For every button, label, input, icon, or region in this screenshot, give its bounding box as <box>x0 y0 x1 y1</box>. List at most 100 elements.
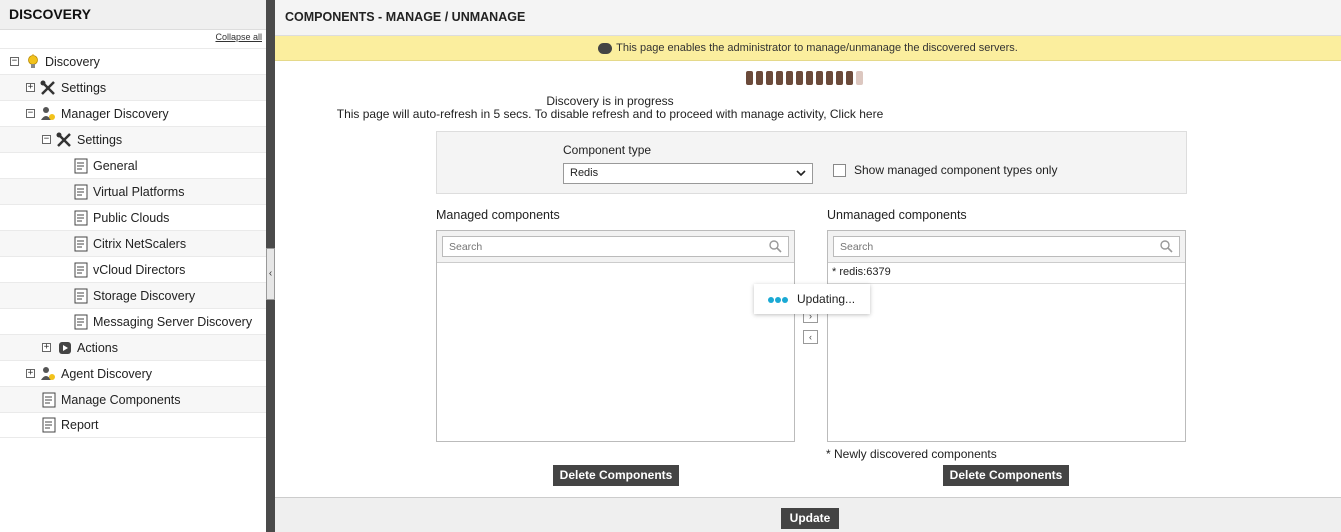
progress-segment <box>856 71 863 85</box>
page-icon <box>73 288 89 304</box>
sidebar: DISCOVERY Collapse all − Discovery + Set… <box>0 0 266 532</box>
tree-item-label: Citrix NetScalers <box>93 236 187 251</box>
tree-item-messaging-server-discovery[interactable]: Messaging Server Discovery <box>0 308 266 334</box>
progress-segment <box>756 71 763 85</box>
tools-icon <box>56 132 72 148</box>
expand-toggle[interactable]: + <box>42 343 51 352</box>
unmanaged-search <box>828 231 1185 263</box>
newly-discovered-note: * Newly discovered components <box>826 447 997 461</box>
progress-segment <box>816 71 823 85</box>
page-icon <box>41 417 57 433</box>
progress-segment <box>826 71 833 85</box>
progress-segment <box>836 71 843 85</box>
discovery-progress-bar <box>746 71 863 85</box>
main-panel: COMPONENTS - MANAGE / UNMANAGE This page… <box>275 0 1341 532</box>
expand-toggle[interactable]: + <box>26 369 35 378</box>
managed-search-input[interactable] <box>442 236 789 257</box>
move-left-button[interactable]: ‹ <box>803 330 818 344</box>
collapse-toggle[interactable]: − <box>10 57 19 66</box>
tree-item-settings[interactable]: + Settings <box>0 74 266 100</box>
speech-bubble-icon <box>598 42 613 54</box>
progress-segment <box>786 71 793 85</box>
chevron-down-icon <box>796 166 806 183</box>
progress-segment <box>766 71 773 85</box>
updating-text: Updating... <box>797 292 856 306</box>
tree-item-virtual-platforms[interactable]: Virtual Platforms <box>0 178 266 204</box>
delete-unmanaged-button[interactable]: Delete Components <box>943 465 1069 486</box>
tree-item-label: Storage Discovery <box>93 288 196 303</box>
page-icon <box>73 184 89 200</box>
show-managed-label: Show managed component types only <box>854 163 1058 177</box>
tree-item-public-clouds[interactable]: Public Clouds <box>0 204 266 230</box>
list-item[interactable]: * redis:6379 <box>828 263 1185 284</box>
progress-segment <box>806 71 813 85</box>
tree-item-label: Manage Components <box>61 392 181 407</box>
footer-bar: Update <box>275 497 1341 532</box>
tools-icon <box>40 80 56 96</box>
tree-item-discovery[interactable]: − Discovery <box>0 48 266 74</box>
component-type-value: Redis <box>570 167 599 179</box>
page-icon <box>73 210 89 226</box>
spinner-icon <box>768 297 788 303</box>
unmanaged-search-input[interactable] <box>833 236 1180 257</box>
collapse-toggle[interactable]: − <box>26 109 35 118</box>
info-banner: This page enables the administrator to m… <box>275 36 1341 61</box>
collapse-toggle[interactable]: − <box>42 135 51 144</box>
manager-icon <box>40 106 56 122</box>
show-managed-checkbox[interactable] <box>833 164 846 177</box>
tree-item-label: Agent Discovery <box>61 366 153 381</box>
managed-components-list <box>436 230 795 442</box>
actions-icon <box>57 340 73 356</box>
tree-item-actions[interactable]: + Actions <box>0 334 266 360</box>
search-icon[interactable] <box>1160 240 1173 253</box>
unmanaged-components-title: Unmanaged components <box>827 208 967 222</box>
updating-toast: Updating... <box>754 284 870 314</box>
progress-segment <box>796 71 803 85</box>
progress-segment <box>746 71 753 85</box>
search-icon[interactable] <box>769 240 782 253</box>
delete-managed-button[interactable]: Delete Components <box>553 465 679 486</box>
agent-icon <box>40 366 56 382</box>
tree-item-manager-settings[interactable]: − Settings <box>0 126 266 152</box>
discovery-status: Discovery is in progress <box>546 94 674 108</box>
page-title: COMPONENTS - MANAGE / UNMANAGE <box>275 0 1341 36</box>
tree-item-label: Settings <box>77 132 123 147</box>
sidebar-title: DISCOVERY <box>0 0 266 30</box>
page-icon <box>73 262 89 278</box>
filter-panel: Component type Redis Show managed compon… <box>436 131 1187 194</box>
tree-item-report[interactable]: Report <box>0 412 266 438</box>
collapse-sidebar-handle[interactable]: ‹ <box>266 248 275 300</box>
tree-item-label: Settings <box>61 80 107 95</box>
unmanaged-components-list: * redis:6379 <box>827 230 1186 442</box>
click-here-link[interactable]: Click here <box>830 107 883 121</box>
page-icon <box>73 314 89 330</box>
tree-item-general[interactable]: General <box>0 152 266 178</box>
discovery-tree: − Discovery + Settings − Manager Discove… <box>0 48 266 438</box>
tree-item-label: Public Clouds <box>93 210 170 225</box>
tree-item-label: Discovery <box>45 54 100 69</box>
tree-item-label: vCloud Directors <box>93 262 186 277</box>
tree-item-citrix-netscalers[interactable]: Citrix NetScalers <box>0 230 266 256</box>
refresh-notice: This page will auto-refresh in 5 secs. T… <box>275 107 945 121</box>
expand-toggle[interactable]: + <box>26 83 35 92</box>
tree-item-label: General <box>93 158 138 173</box>
tree-item-storage-discovery[interactable]: Storage Discovery <box>0 282 266 308</box>
progress-segment <box>846 71 853 85</box>
page-icon <box>41 392 57 408</box>
component-type-label: Component type <box>563 143 652 157</box>
tree-item-label: Report <box>61 418 99 432</box>
managed-search <box>437 231 794 263</box>
collapse-all-link[interactable]: Collapse all <box>215 32 262 42</box>
tree-item-vcloud-directors[interactable]: vCloud Directors <box>0 256 266 282</box>
tree-item-agent-discovery[interactable]: + Agent Discovery <box>0 360 266 386</box>
update-button[interactable]: Update <box>781 508 839 529</box>
progress-segment <box>776 71 783 85</box>
tree-item-manager-discovery[interactable]: − Manager Discovery <box>0 100 266 126</box>
lightbulb-icon <box>25 53 41 70</box>
component-type-select[interactable]: Redis <box>563 163 813 184</box>
tree-item-manage-components[interactable]: Manage Components <box>0 386 266 412</box>
tree-item-label: Virtual Platforms <box>93 184 185 199</box>
tree-item-label: Manager Discovery <box>61 106 169 121</box>
tree-item-label: Messaging Server Discovery <box>93 314 253 329</box>
page-icon <box>73 236 89 252</box>
